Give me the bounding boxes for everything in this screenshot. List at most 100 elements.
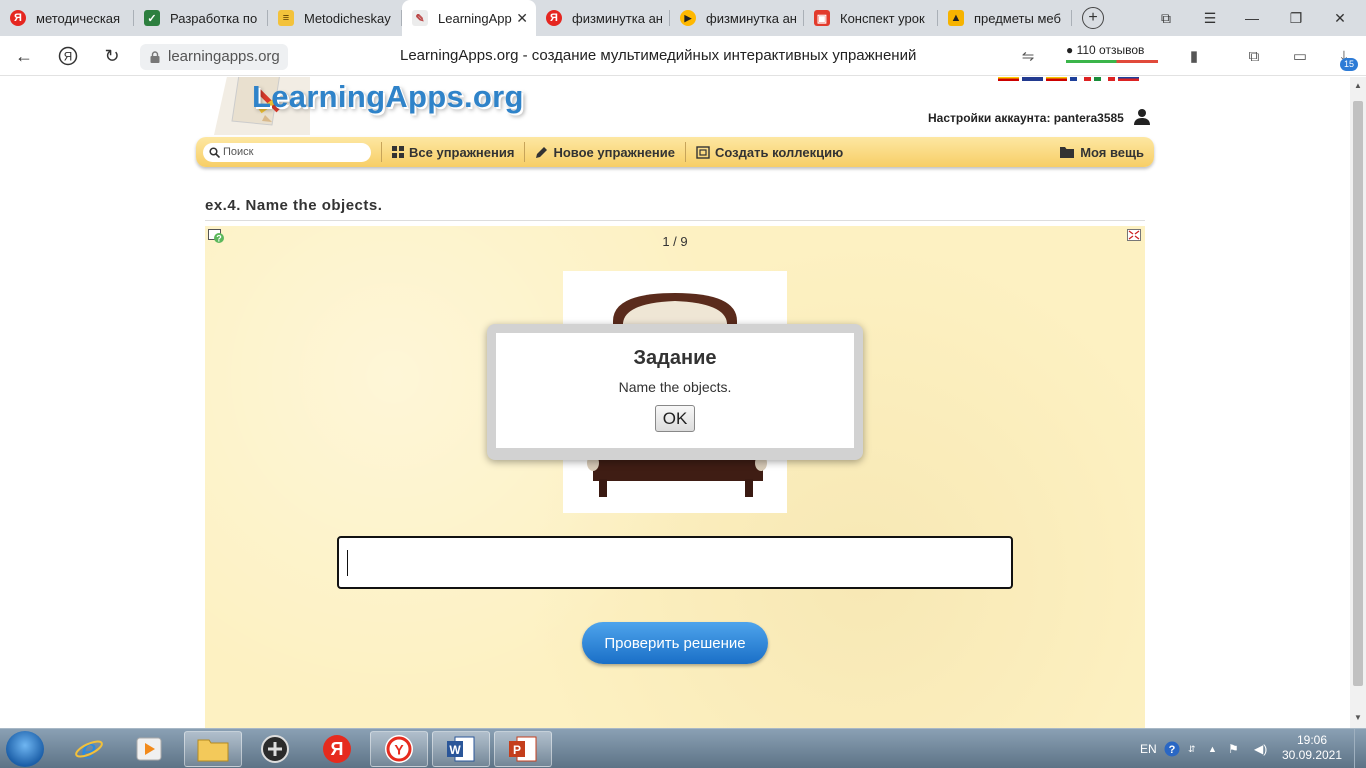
- pencil-icon: [536, 146, 548, 158]
- page-viewport: LearningApps.org Настройки аккаунта: pan…: [0, 77, 1350, 728]
- user-icon[interactable]: [1134, 108, 1150, 125]
- collections-icon[interactable]: ⧉: [1146, 0, 1186, 36]
- menu-icon[interactable]: ☰: [1190, 0, 1230, 36]
- browser-tab[interactable]: Я физминутка ан: [536, 0, 670, 36]
- network-tray-icon[interactable]: ⇵: [1188, 729, 1196, 768]
- word-icon[interactable]: W: [432, 731, 490, 767]
- yandex-browser-icon[interactable]: Я: [308, 731, 366, 767]
- browser-tab[interactable]: ▣ Конспект урок: [804, 0, 938, 36]
- flag-icon[interactable]: [1118, 77, 1139, 81]
- restore-icon[interactable]: ❐: [1276, 0, 1316, 36]
- scroll-up-arrow-icon[interactable]: ▲: [1354, 81, 1362, 90]
- internet-explorer-icon[interactable]: e: [60, 731, 118, 767]
- browser-tab[interactable]: ✓ Разработка по: [134, 0, 268, 36]
- all-exercises-label: Все упражнения: [409, 144, 515, 160]
- site-toolbar: Поиск Все упражнения Новое упражнение Со…: [196, 137, 1154, 167]
- tab-title: физминутка ан: [572, 10, 662, 26]
- reviews-count: 110 отзывов: [1076, 43, 1145, 57]
- clock-date: 30.09.2021: [1281, 748, 1343, 762]
- svg-text:Я: Я: [331, 739, 344, 759]
- file-explorer-icon[interactable]: [184, 731, 242, 767]
- flag-icon[interactable]: [1046, 77, 1067, 81]
- close-tab-icon[interactable]: ✕: [516, 10, 528, 27]
- minimize-icon[interactable]: —: [1232, 0, 1272, 36]
- create-collection-label: Создать коллекцию: [715, 144, 844, 160]
- clock[interactable]: 19:06 30.09.2021: [1280, 733, 1344, 763]
- presentation-icon: ▣: [814, 10, 830, 26]
- volume-icon[interactable]: ◀): [1254, 729, 1267, 768]
- document-icon: ≡: [278, 10, 294, 26]
- my-stuff-label: Моя вещь: [1080, 144, 1144, 160]
- vertical-scrollbar[interactable]: ▲ ▼: [1350, 77, 1366, 728]
- exercise-canvas: ? 1 / 9 Проверить решение Задание Name t…: [205, 226, 1145, 728]
- lock-icon: [150, 51, 160, 63]
- tab-title: физминутка ан: [706, 10, 796, 26]
- browser-tab[interactable]: ▲ предметы меб: [938, 0, 1072, 36]
- search-input[interactable]: Поиск: [203, 142, 371, 162]
- yandex-button[interactable]: Я: [56, 44, 80, 68]
- browser-tab[interactable]: ≡ Metodicheskay: [268, 0, 402, 36]
- yandex-icon: Я: [10, 10, 26, 26]
- fullscreen-icon[interactable]: [1127, 229, 1141, 241]
- help-tray-icon[interactable]: ?: [1164, 729, 1180, 768]
- tab-title: методическая: [36, 10, 121, 26]
- site-logo[interactable]: LearningApps.org: [252, 79, 524, 115]
- create-collection-link[interactable]: Создать коллекцию: [696, 145, 843, 160]
- folder-icon: [1060, 147, 1075, 158]
- flag-icon[interactable]: [1094, 77, 1115, 81]
- yandex-app-icon[interactable]: Y: [370, 731, 428, 767]
- browser-tab[interactable]: ▶ физминутка ан: [670, 0, 804, 36]
- app-icon[interactable]: [246, 731, 304, 767]
- powerpoint-icon[interactable]: P: [494, 731, 552, 767]
- flag-icon[interactable]: [1070, 77, 1091, 81]
- task-dialog: Задание Name the objects. OK: [487, 324, 863, 460]
- url-field[interactable]: learningapps.org: [140, 44, 288, 70]
- search-placeholder: Поиск: [223, 146, 254, 158]
- image-icon: ▲: [948, 10, 964, 26]
- svg-text:W: W: [449, 743, 461, 757]
- tab-title: LearningApp: [438, 10, 512, 26]
- action-center-icon[interactable]: ⚑: [1228, 729, 1239, 768]
- windows-taskbar: e Я Y W P EN ? ⇵ ▲ ⚑ ◀) 19:06 30.09.2021: [0, 728, 1366, 768]
- my-stuff-link[interactable]: Моя вещь: [1060, 145, 1144, 160]
- check-icon: ✓: [144, 10, 160, 26]
- ok-button[interactable]: OK: [655, 405, 695, 432]
- speech-bubble-icon: ●: [1066, 43, 1074, 57]
- clock-time: 19:06: [1296, 733, 1328, 747]
- divider: [205, 220, 1145, 221]
- language-indicator[interactable]: EN: [1140, 729, 1157, 768]
- sidebar-icon[interactable]: ⧉: [1244, 46, 1264, 66]
- translate-icon[interactable]: ⇋: [1018, 46, 1038, 66]
- new-tab-button[interactable]: +: [1082, 7, 1104, 29]
- new-exercise-link[interactable]: Новое упражнение: [535, 145, 675, 160]
- svg-text:Y: Y: [394, 742, 404, 758]
- reload-icon[interactable]: ↻: [100, 44, 124, 68]
- media-player-icon[interactable]: [120, 731, 178, 767]
- bookmark-icon[interactable]: ▮: [1184, 46, 1204, 66]
- close-window-icon[interactable]: ✕: [1320, 0, 1360, 36]
- exercise-title: ex.4. Name the objects.: [205, 197, 383, 214]
- all-exercises-link[interactable]: Все упражнения: [392, 145, 514, 160]
- back-arrow-icon[interactable]: ←: [12, 44, 36, 68]
- show-hidden-icons-icon[interactable]: ▲: [1208, 729, 1217, 768]
- account-settings-link[interactable]: Настройки аккаунта: pantera3585: [928, 111, 1124, 125]
- scroll-down-arrow-icon[interactable]: ▼: [1354, 713, 1362, 722]
- check-solution-button[interactable]: Проверить решение: [582, 622, 768, 664]
- reviews-button[interactable]: ● 110 отзывов: [1066, 43, 1158, 63]
- scroll-thumb[interactable]: [1353, 101, 1363, 686]
- browser-tab[interactable]: Я методическая: [0, 0, 134, 36]
- svg-text:P: P: [513, 743, 521, 757]
- screenshot-icon[interactable]: ▭: [1290, 46, 1310, 66]
- learningapps-icon: ✎: [412, 10, 428, 26]
- new-exercise-label: Новое упражнение: [553, 144, 676, 160]
- flag-icon[interactable]: [998, 77, 1019, 81]
- address-bar: ← Я ↻ learningapps.org LearningApps.org …: [0, 36, 1366, 76]
- show-desktop-button[interactable]: [1354, 729, 1366, 768]
- play-icon: ▶: [680, 10, 696, 26]
- flag-icon[interactable]: [1022, 77, 1043, 81]
- start-button[interactable]: [6, 731, 44, 767]
- browser-tab-active[interactable]: ✎ LearningApp ✕: [402, 0, 536, 36]
- answer-input[interactable]: [337, 536, 1013, 589]
- question-counter: 1 / 9: [662, 234, 688, 249]
- yandex-icon: Я: [546, 10, 562, 26]
